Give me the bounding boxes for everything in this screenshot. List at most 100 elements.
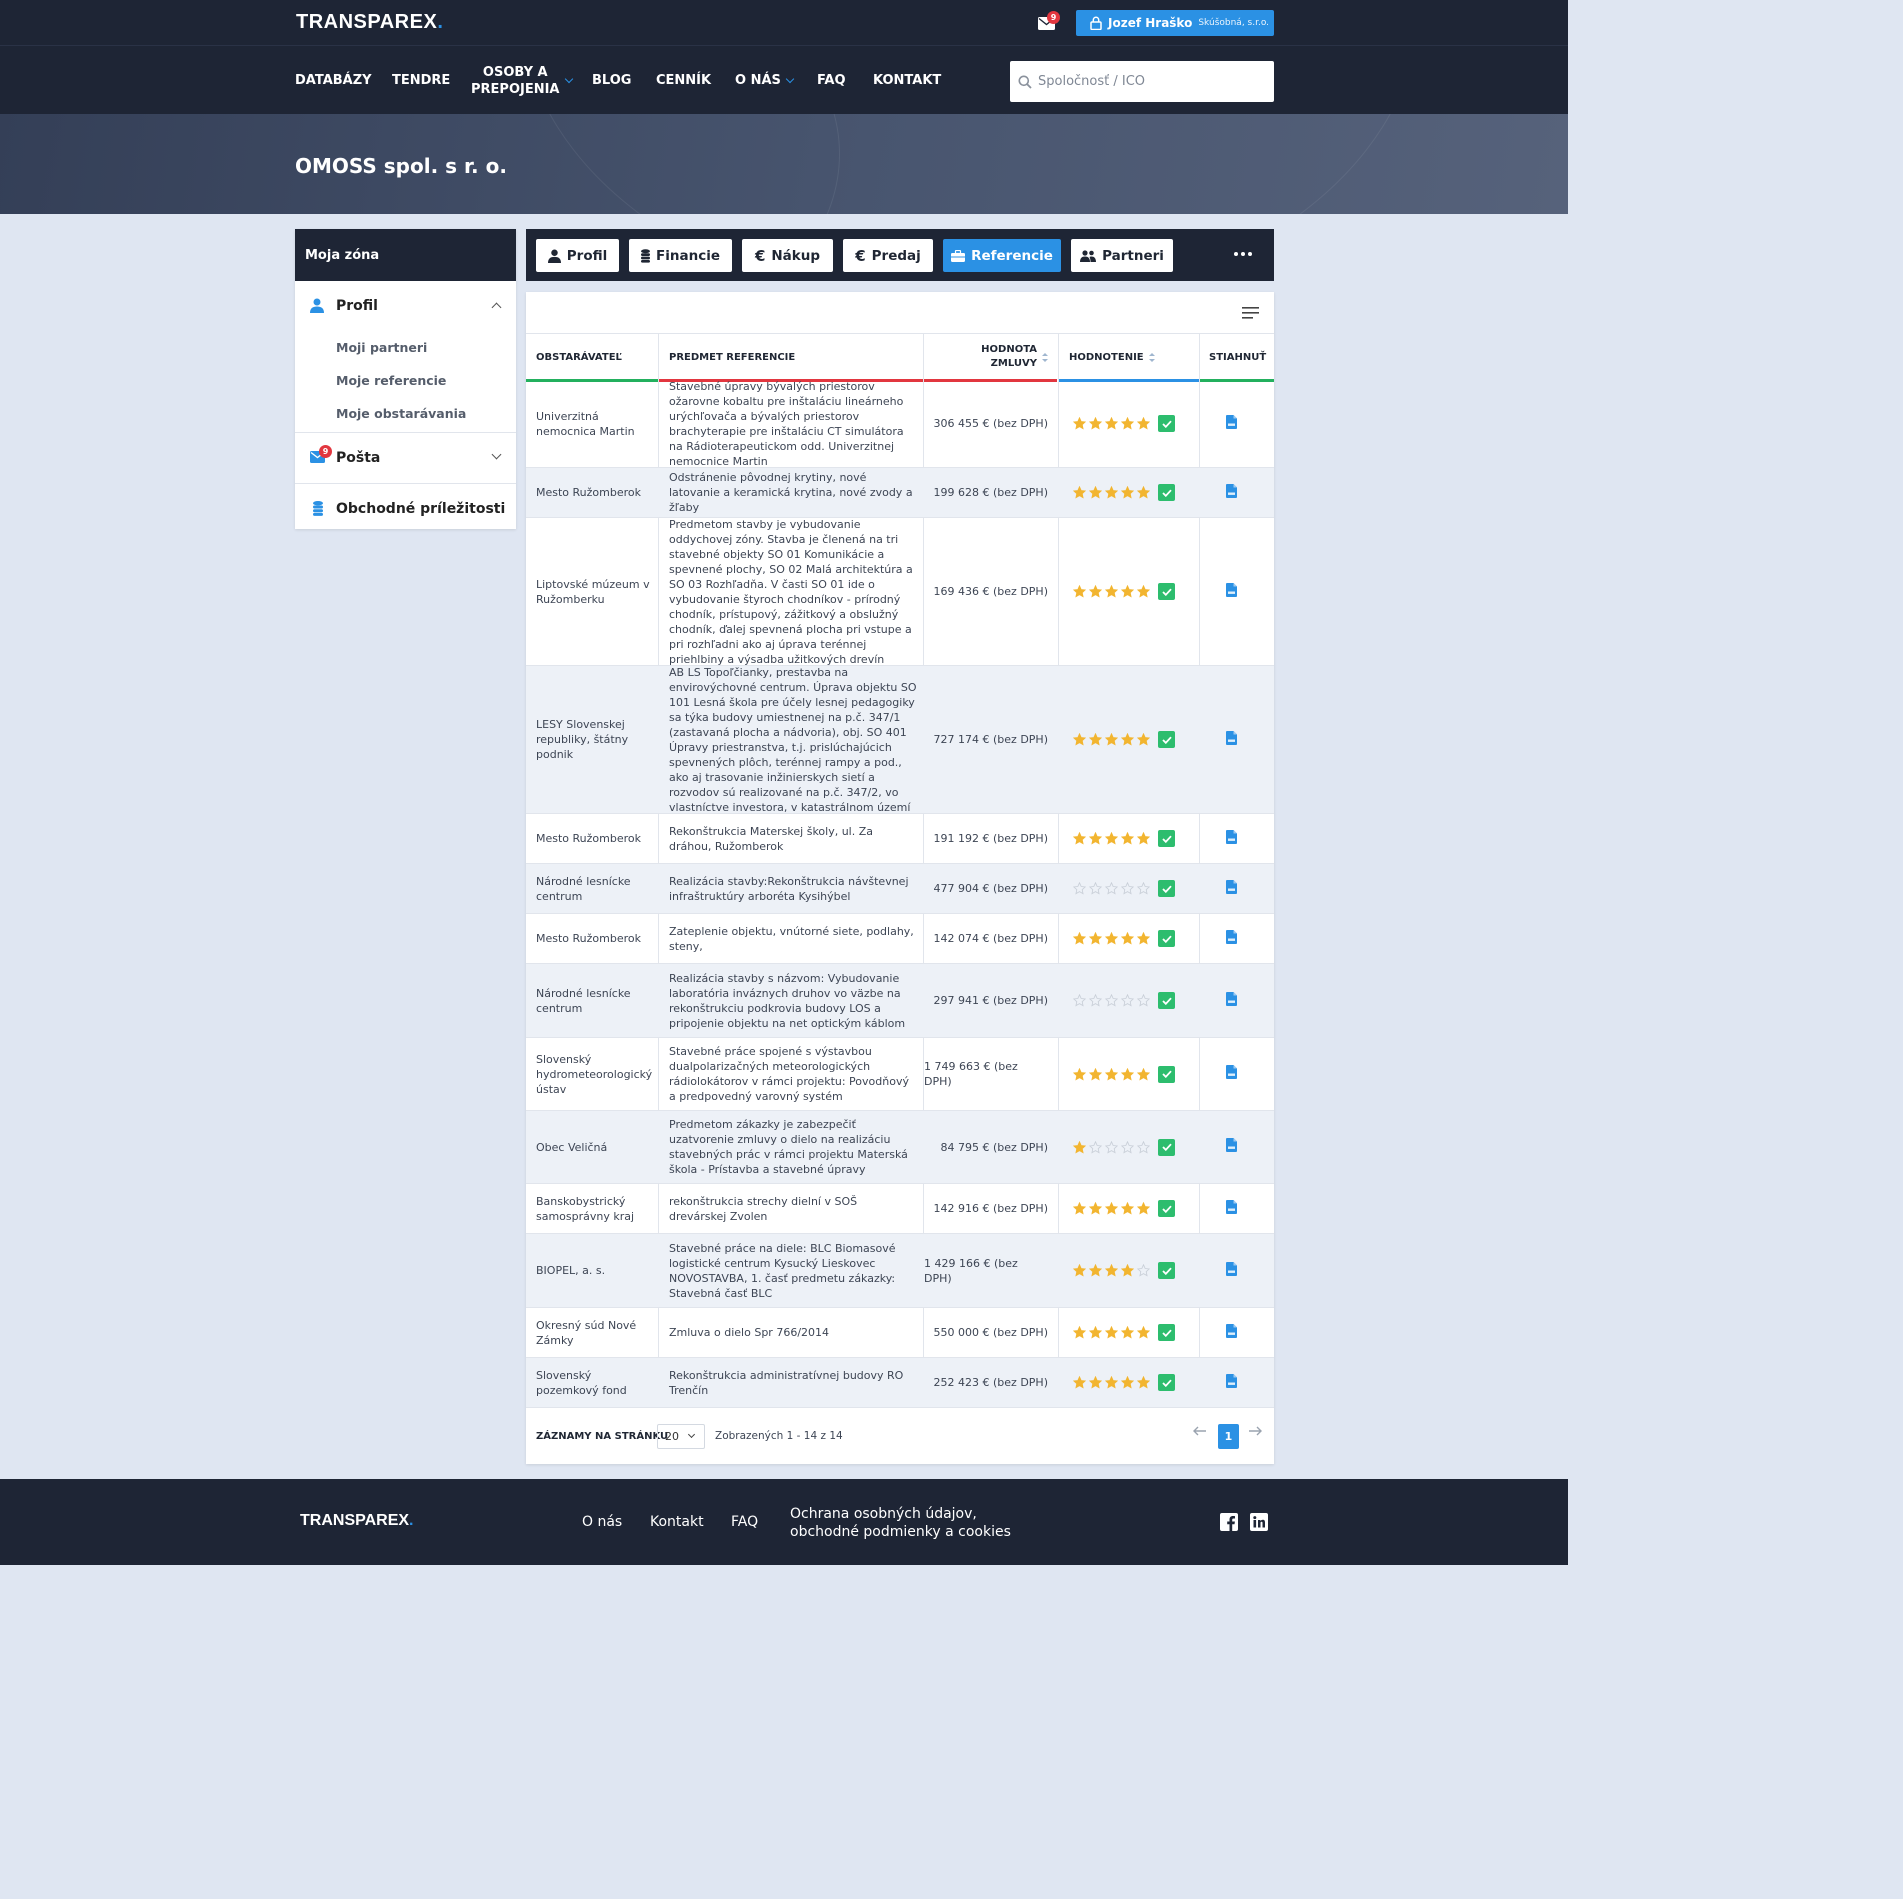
references-table-card: OBSTARÁVATEĽ PREDMET REFERENCIE HODNOTA Z… — [526, 292, 1274, 1464]
chevron-down-icon[interactable] — [491, 449, 502, 460]
star-filled-icon — [1121, 1326, 1134, 1339]
nav-o-nas[interactable]: O NÁS — [735, 46, 795, 115]
verified-check-icon — [1158, 484, 1175, 501]
pdf-download-icon[interactable] — [1226, 414, 1237, 433]
tab-profil[interactable]: Profil — [536, 239, 619, 272]
sidebar-item-obchodne-prilezitosti[interactable]: Obchodné príležitosti — [295, 484, 516, 534]
pdf-download-icon[interactable] — [1226, 1199, 1237, 1218]
pdf-download-icon[interactable] — [1226, 1138, 1237, 1156]
per-page-value: 20 — [665, 1430, 679, 1443]
more-options-icon[interactable] — [1234, 252, 1252, 258]
pdf-download-icon[interactable] — [1226, 1323, 1237, 1342]
page-button-current[interactable]: 1 — [1218, 1424, 1239, 1449]
footer-link-faq[interactable]: FAQ — [731, 1514, 758, 1530]
star-filled-icon — [1105, 585, 1118, 598]
tab-referencie[interactable]: Referencie — [943, 239, 1061, 272]
footer-logo[interactable]: TRANSPAREX. — [300, 1512, 414, 1530]
nav-tendre[interactable]: TENDRE — [392, 46, 450, 115]
pdf-download-icon[interactable] — [1226, 1373, 1237, 1392]
star-filled-icon — [1105, 1326, 1118, 1339]
cell-stiahnut — [1226, 666, 1248, 813]
pdf-download-icon[interactable] — [1226, 879, 1237, 898]
star-filled-icon — [1089, 486, 1102, 499]
column-header-hodnota[interactable]: HODNOTA ZMLUVY — [924, 334, 1048, 380]
pdf-download-icon[interactable] — [1226, 1065, 1237, 1083]
star-empty-icon — [1121, 1140, 1134, 1154]
column-header-obstaravatel[interactable]: OBSTARÁVATEĽ — [536, 334, 622, 380]
verified-check-icon — [1158, 830, 1175, 847]
logo-dot: . — [409, 1512, 414, 1529]
briefcase-icon — [951, 249, 966, 262]
nav-cennik[interactable]: CENNÍK — [656, 46, 711, 115]
pdf-download-icon[interactable] — [1226, 582, 1237, 601]
user-account-button[interactable]: Jozef Hraško Skúšobná, s.r.o. — [1076, 10, 1274, 36]
nav-kontakt[interactable]: KONTAKT — [873, 46, 941, 115]
star-filled-icon — [1121, 417, 1134, 430]
sidebar-item-posta[interactable]: 9 Pošta — [295, 433, 516, 483]
column-header-predmet[interactable]: PREDMET REFERENCIE — [669, 334, 795, 380]
tab-nakup[interactable]: € Nákup — [742, 239, 833, 272]
pdf-download-icon[interactable] — [1226, 1261, 1237, 1280]
chevron-down-icon — [687, 1430, 696, 1439]
sidebar-subitem-moje-referencie[interactable]: Moje referencie — [295, 364, 516, 397]
nav-blog[interactable]: BLOG — [592, 46, 631, 115]
nav-databazy[interactable]: DATABÁZY — [295, 46, 372, 115]
linkedin-icon[interactable] — [1250, 1513, 1268, 1531]
tab-financie[interactable]: Financie — [629, 239, 732, 272]
nav-o-nas-label: O NÁS — [735, 73, 781, 88]
star-filled-icon — [1121, 486, 1134, 499]
cell-stiahnut — [1226, 1308, 1248, 1357]
chevron-up-icon[interactable] — [491, 302, 502, 313]
verified-check-icon — [1158, 1262, 1175, 1279]
sidebar-subitem-moji-partneri[interactable]: Moji partneri — [295, 331, 516, 364]
logo[interactable]: TRANSPAREX. — [296, 11, 443, 34]
verified-check-icon — [1158, 415, 1175, 432]
star-filled-icon — [1137, 832, 1150, 845]
per-page-select[interactable]: 20 — [657, 1424, 705, 1449]
sidebar-subitem-moje-obstaravania[interactable]: Moje obstarávania — [295, 397, 516, 430]
footer-link-o-nas[interactable]: O nás — [582, 1514, 622, 1530]
cell-predmet: AB LS Topoľčianky, prestavba na envirový… — [669, 665, 917, 814]
nav-osoby-a-prepojenia[interactable]: OSOBY A PREPOJENIA — [471, 46, 573, 115]
column-menu-icon[interactable] — [1242, 307, 1259, 319]
nav-faq[interactable]: FAQ — [817, 46, 846, 115]
cell-hodnota: 550 000 € (bez DPH) — [933, 1326, 1048, 1339]
cell-obstaravatel: Národné lesnícke centrum — [536, 986, 631, 1015]
star-filled-icon — [1137, 585, 1150, 598]
arrow-left-icon[interactable] — [1193, 1426, 1207, 1436]
sidebar-item-profil[interactable]: Profil — [295, 281, 516, 331]
column-header-stiahnut: STIAHNUŤ — [1209, 351, 1267, 363]
star-empty-icon — [1137, 882, 1150, 895]
arrow-right-icon[interactable] — [1248, 1426, 1262, 1436]
pdf-download-icon[interactable] — [1226, 929, 1237, 948]
facebook-icon[interactable] — [1220, 1513, 1238, 1531]
sidebar: Moja zóna Profil Moji partneri Moje refe… — [295, 229, 516, 529]
pdf-download-icon[interactable] — [1226, 991, 1237, 1010]
column-header-hodnotenie[interactable]: HODNOTENIE — [1069, 334, 1155, 380]
cell-predmet: Stavebné práce spojené s výstavbou dualp… — [669, 1045, 909, 1103]
star-filled-icon — [1089, 1376, 1102, 1389]
sort-icon[interactable] — [1148, 352, 1155, 362]
search-box[interactable] — [1010, 61, 1274, 102]
verified-check-icon — [1158, 1200, 1175, 1217]
column-header-hodnotenie-label: HODNOTENIE — [1069, 351, 1144, 363]
sidebar-item-label: Obchodné príležitosti — [336, 501, 506, 517]
tab-predaj[interactable]: € Predaj — [843, 239, 933, 272]
tab-partneri[interactable]: Partneri — [1071, 239, 1173, 272]
search-input[interactable] — [1038, 74, 1258, 89]
mail-button[interactable]: 9 — [1037, 11, 1060, 32]
footer-link-kontakt[interactable]: Kontakt — [650, 1514, 704, 1530]
banner-decoration — [520, 114, 1420, 214]
table-row: Slovenský hydrometeorologický ústav Stave… — [526, 1038, 1274, 1111]
pdf-download-icon[interactable] — [1226, 829, 1237, 848]
pdf-download-icon[interactable] — [1226, 483, 1237, 502]
pdf-download-icon[interactable] — [1226, 730, 1237, 749]
cell-obstaravatel: Slovenský hydrometeorologický ústav — [536, 1052, 653, 1096]
footer-link-privacy[interactable]: Ochrana osobných údajov, obchodné podmie… — [790, 1505, 1011, 1541]
cell-stiahnut — [1226, 1111, 1248, 1183]
star-empty-icon — [1137, 994, 1150, 1007]
sort-icon[interactable] — [1042, 352, 1048, 362]
star-filled-icon — [1089, 1264, 1102, 1277]
cell-hodnota: 727 174 € (bez DPH) — [933, 733, 1048, 746]
cell-predmet: rekonštrukcia strechy dielní v SOŠ drevá… — [669, 1194, 858, 1223]
